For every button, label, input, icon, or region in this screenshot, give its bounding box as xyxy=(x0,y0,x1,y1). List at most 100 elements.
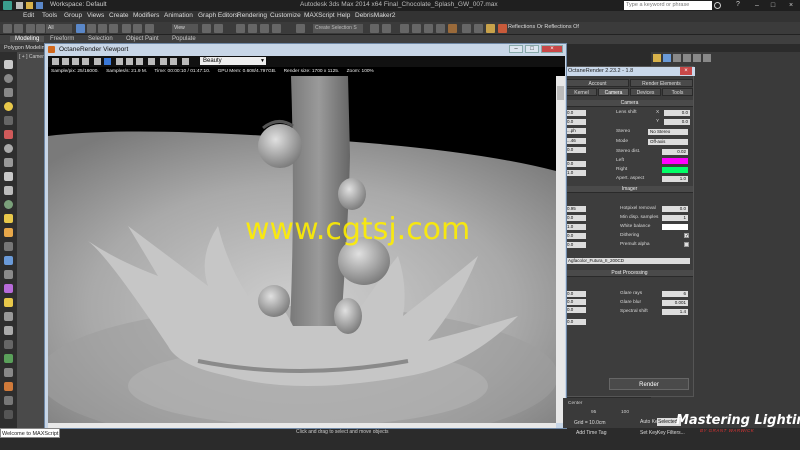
imager-side-value-2[interactable]: 0.0 xyxy=(566,215,586,221)
camera-side-value-4[interactable]: ...46 xyxy=(566,138,586,144)
select-icon[interactable] xyxy=(76,24,85,33)
glare-rays-input[interactable]: 6 xyxy=(662,291,688,297)
add-time-tag-button[interactable]: Add Time Tag xyxy=(576,430,606,436)
target-icon[interactable] xyxy=(4,242,13,251)
box-icon[interactable] xyxy=(4,88,13,97)
menu-rendering[interactable]: Rendering xyxy=(237,12,267,19)
octane-title-bar[interactable]: OctaneRender Viewport xyxy=(45,44,566,55)
menu-animation[interactable]: Animation xyxy=(164,12,193,19)
imager-side-value-5[interactable]: 0.0 xyxy=(566,242,586,248)
lock-view-icon[interactable] xyxy=(104,58,111,65)
lens-shift-y-input[interactable]: 0.0 xyxy=(664,119,690,125)
window-crossing-icon[interactable] xyxy=(109,24,118,33)
menu-edit[interactable]: Edit xyxy=(23,12,34,19)
utilities-tab-icon[interactable] xyxy=(703,54,711,62)
menu-customize[interactable]: Customize xyxy=(270,12,301,19)
plane-icon[interactable] xyxy=(4,172,13,181)
pyramid-icon[interactable] xyxy=(4,326,13,335)
mirror-icon[interactable] xyxy=(370,24,379,33)
tab-render-elements[interactable]: Render Elements xyxy=(630,79,693,87)
link-icon[interactable] xyxy=(26,24,35,33)
minimize-icon[interactable]: – xyxy=(750,1,764,10)
spacewarp-icon[interactable] xyxy=(4,270,13,279)
schematic-icon[interactable] xyxy=(436,24,445,33)
lens-shift-x-input[interactable]: 0.0 xyxy=(664,110,690,116)
imager-section-header[interactable]: Imager xyxy=(566,186,693,193)
menu-tools[interactable]: Tools xyxy=(42,12,57,19)
tab-selection[interactable]: Selection xyxy=(88,36,113,42)
render-setup-icon[interactable] xyxy=(462,24,471,33)
close-icon[interactable]: × xyxy=(680,67,692,75)
camera-side-value-5[interactable]: 0.0 xyxy=(566,147,586,153)
tab-tools[interactable]: Tools xyxy=(662,88,693,96)
select-by-name-icon[interactable] xyxy=(87,24,96,33)
stop-render-icon[interactable] xyxy=(62,58,69,65)
workspace-dropdown[interactable]: Workspace: Default xyxy=(50,1,107,8)
undo-icon[interactable] xyxy=(3,24,12,33)
menu-modifiers[interactable]: Modifiers xyxy=(133,12,159,19)
unlink-icon[interactable] xyxy=(36,24,45,33)
imager-side-value-1[interactable]: 0.95 xyxy=(566,206,586,212)
hotpixel-input[interactable]: 0.0 xyxy=(662,206,688,212)
spectral-shift-input[interactable]: 1.4 xyxy=(662,309,688,315)
app-icon[interactable] xyxy=(3,1,12,10)
set-key-button[interactable]: Set Key xyxy=(640,430,658,436)
min-disp-input[interactable]: 1 xyxy=(662,215,688,221)
omni-light-icon[interactable] xyxy=(4,214,13,223)
teapot-icon[interactable] xyxy=(4,60,13,69)
response-curve-dropdown[interactable]: Agfacolor_Futura_II_200CD xyxy=(566,258,690,264)
align-icon[interactable] xyxy=(382,24,391,33)
close-icon[interactable]: × xyxy=(541,45,563,53)
copy-image-icon[interactable] xyxy=(170,58,177,65)
key-filters-button[interactable]: Key Filters... xyxy=(657,430,685,436)
maximize-icon[interactable]: □ xyxy=(525,45,539,53)
grid-helper-icon[interactable] xyxy=(4,340,13,349)
save-image-icon[interactable] xyxy=(160,58,167,65)
render-frame-icon[interactable] xyxy=(474,24,483,33)
sphere-icon[interactable] xyxy=(4,74,13,83)
tab-account[interactable]: Account xyxy=(566,79,629,87)
start-render-icon[interactable] xyxy=(52,58,59,65)
right-color-swatch[interactable] xyxy=(662,167,688,173)
create-tab-icon[interactable] xyxy=(653,54,661,62)
camera-side-value-6[interactable]: 0.0 xyxy=(566,161,586,167)
search-icon[interactable] xyxy=(714,2,721,9)
light-icon[interactable] xyxy=(4,102,13,111)
menu-debrismaker[interactable]: DebrisMaker2 xyxy=(355,12,395,19)
cylinder-icon[interactable] xyxy=(4,158,13,167)
restart-render-icon[interactable] xyxy=(72,58,79,65)
menu-group[interactable]: Group xyxy=(64,12,82,19)
torus-icon[interactable] xyxy=(4,144,13,153)
helper-icon[interactable] xyxy=(4,130,13,139)
rotate-icon[interactable] xyxy=(133,24,142,33)
spinner-snap-icon[interactable] xyxy=(272,24,281,33)
maximize-icon[interactable]: □ xyxy=(766,1,780,10)
modify-tab-icon[interactable] xyxy=(663,54,671,62)
compass-icon[interactable] xyxy=(4,396,13,405)
octane-icon[interactable] xyxy=(498,24,507,33)
menu-create[interactable]: Create xyxy=(109,12,129,19)
selection-filter-dropdown[interactable]: All xyxy=(46,24,72,33)
motion-tab-icon[interactable] xyxy=(683,54,691,62)
post-side-value-1[interactable]: 0.0 xyxy=(566,291,586,297)
glare-blur-input[interactable]: 0.001 xyxy=(662,300,688,306)
display-tab-icon[interactable] xyxy=(693,54,701,62)
polygon-modeling-panel[interactable]: Polygon Modeling xyxy=(0,44,50,52)
stereo-dist-input[interactable]: 0.02 xyxy=(662,149,688,155)
maxscript-listener[interactable]: Welcome to MAXScript. xyxy=(0,428,60,438)
material-editor-icon[interactable] xyxy=(448,24,457,33)
imager-side-value-4[interactable]: 0.0 xyxy=(566,233,586,239)
tab-populate[interactable]: Populate xyxy=(172,36,196,42)
region-render-icon[interactable] xyxy=(94,58,101,65)
dummy-icon[interactable] xyxy=(4,354,13,363)
search-input[interactable]: Type a keyword or phrase xyxy=(624,1,712,10)
open-file-icon[interactable] xyxy=(26,2,33,9)
cone-icon[interactable] xyxy=(4,186,13,195)
apert-aspect-input[interactable]: 1.0 xyxy=(662,176,688,182)
white-balance-picker-icon[interactable] xyxy=(136,58,143,65)
region-select-icon[interactable] xyxy=(98,24,107,33)
camera-icon[interactable] xyxy=(4,116,13,125)
render-setup-title[interactable]: OctaneRender 2.23.2 - 1.8 xyxy=(564,67,695,76)
settings-icon[interactable] xyxy=(182,58,189,65)
post-side-value-3[interactable]: 0.0 xyxy=(566,307,586,313)
